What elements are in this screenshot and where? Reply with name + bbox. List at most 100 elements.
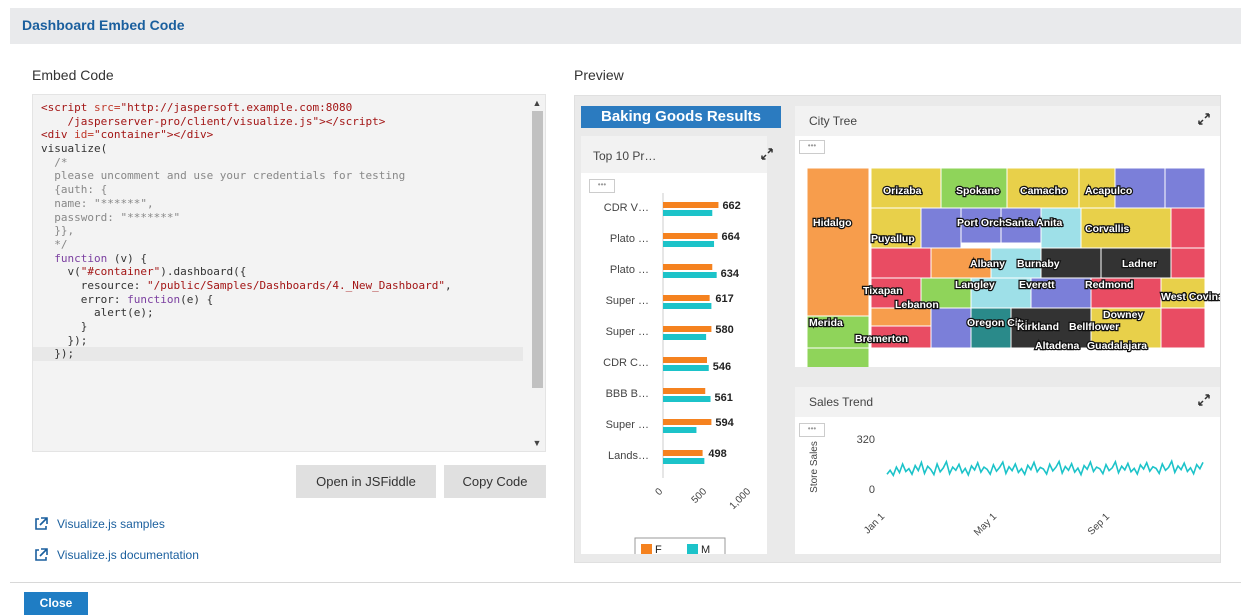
code-token: src= (93, 101, 121, 114)
bar-data-label: 617 (715, 293, 733, 305)
treemap-label: Everett (1019, 279, 1055, 291)
treemap-cell (920, 207, 962, 249)
code-token: function (127, 292, 181, 306)
code-token: function (41, 251, 108, 265)
line-y-tick: 0 (869, 484, 875, 496)
treemap-label: Spokane (956, 185, 1000, 197)
code-token: (v) { (107, 251, 147, 265)
expand-icon[interactable] (1197, 393, 1211, 407)
code-line[interactable]: resource: "/public/Samples/Dashboards/4.… (41, 279, 523, 293)
code-line[interactable]: alert(e); (41, 306, 523, 320)
code-line[interactable]: name: "******", (41, 197, 523, 211)
legend-swatch (687, 544, 698, 554)
treemap-label: Albany (970, 258, 1005, 270)
expand-icon[interactable] (760, 147, 774, 161)
city-tree-title: City Tree (809, 114, 858, 128)
visualize-samples-link[interactable]: Visualize.js samples (34, 517, 165, 531)
code-token: alert(e); (41, 306, 154, 320)
copy-code-button[interactable]: Copy Code (444, 465, 546, 498)
code-line[interactable]: <div id="container"></div> (41, 128, 523, 142)
code-line[interactable]: password: "*******" (41, 211, 523, 225)
treemap-cell (1170, 207, 1206, 249)
code-line[interactable]: please uncomment and use your credential… (41, 169, 523, 183)
close-button[interactable]: Close (24, 592, 88, 615)
treemap-label: Camacho (1020, 185, 1067, 197)
bar-M (663, 365, 709, 371)
code-token: */ (41, 237, 68, 251)
code-line[interactable]: } (41, 320, 523, 334)
code-line[interactable]: <script src="http://jaspersoft.example.c… (41, 101, 523, 115)
external-link-icon (35, 517, 48, 530)
bar-F (663, 202, 719, 208)
treemap-label: Lebanon (895, 299, 939, 311)
bar-F (663, 326, 712, 332)
visualize-docs-label: Visualize.js documentation (57, 548, 199, 562)
sales-trend-line-chart: 320 0 Store Sales Jan 1 May 1 Sep 1 (809, 434, 1204, 538)
bar-F (663, 264, 713, 270)
code-token: } (41, 320, 88, 333)
code-token: error: (41, 292, 128, 306)
code-line[interactable]: visualize( (41, 142, 523, 156)
open-jsfiddle-button[interactable]: Open in JSFiddle (296, 465, 436, 498)
sales-trend-panel: ••• 320 0 Store Sales Jan 1 May 1 Sep 1 (795, 417, 1220, 554)
code-line[interactable]: }); (33, 347, 523, 362)
bar-F (663, 388, 706, 394)
code-token: resource: (41, 278, 147, 292)
embed-code-label: Embed Code (32, 67, 114, 83)
code-line[interactable]: function (v) { (41, 252, 523, 266)
sales-line (886, 458, 1204, 478)
treemap-label: Langley (955, 279, 995, 291)
top10-title: Top 10 Pr… (593, 149, 657, 163)
code-token: /jasperserver-pro/client/visualize.js" (41, 114, 320, 128)
city-tree-header (795, 106, 1220, 136)
code-token: ).dashboard({ (160, 265, 247, 279)
line-x-tick: Jan 1 (862, 511, 887, 536)
code-token: /* (41, 155, 68, 169)
line-x-tick: Sep 1 (1086, 511, 1113, 538)
code-line[interactable]: /jasperserver-pro/client/visualize.js"><… (41, 115, 523, 129)
footer-divider (10, 582, 1241, 583)
dashboard-preview: Baking Goods Results Top 10 Pr… ••• CDR … (574, 95, 1221, 563)
bar-F (663, 295, 710, 301)
code-token: ></div> (166, 128, 214, 142)
scroll-thumb[interactable] (532, 111, 543, 388)
bar-data-label: 561 (715, 392, 733, 404)
bar-category-label: Super … (606, 295, 649, 307)
legend-label: F (655, 544, 662, 554)
code-line[interactable]: v("#container").dashboard({ (41, 265, 523, 279)
code-line[interactable]: */ (41, 238, 523, 252)
code-token: name: "******", (41, 196, 154, 210)
bar-x-tick: 1,000 (728, 486, 754, 512)
code-line[interactable]: {auth: { (41, 183, 523, 197)
bar-category-label: Lands… (608, 450, 649, 462)
code-content[interactable]: <script src="http://jaspersoft.example.c… (33, 101, 523, 362)
treemap-cell (1164, 167, 1206, 209)
bar-data-label: 664 (722, 231, 741, 243)
bar-category-label: CDR C… (603, 357, 649, 369)
brand-banner: Baking Goods Results (581, 106, 781, 128)
code-line[interactable]: /* (41, 156, 523, 170)
code-token: script> (339, 114, 386, 128)
bar-x-tick: 500 (690, 486, 710, 506)
code-token: please uncomment and use your credential… (41, 169, 406, 183)
embed-code-editor[interactable]: <script src="http://jaspersoft.example.c… (32, 94, 546, 452)
scroll-down-icon[interactable]: ▼ (529, 436, 545, 450)
treemap-label: Hidalgo (813, 217, 852, 229)
visualize-docs-link[interactable]: Visualize.js documentation (34, 548, 199, 562)
bar-data-label: 546 (713, 361, 731, 373)
code-line[interactable]: }); (41, 334, 523, 348)
treemap-label: Burnaby (1017, 258, 1060, 270)
bar-M (663, 396, 711, 402)
code-scrollbar[interactable]: ▲ ▼ (529, 95, 545, 451)
bar-F (663, 419, 712, 425)
visualize-samples-label: Visualize.js samples (57, 517, 165, 531)
expand-icon[interactable] (1197, 112, 1211, 126)
code-line[interactable]: error: function(e) { (41, 293, 523, 307)
bar-M (663, 272, 717, 278)
legend-swatch (641, 544, 652, 554)
treemap-label: Kirkland (1017, 321, 1059, 333)
scroll-up-icon[interactable]: ▲ (529, 96, 545, 110)
city-treemap: Orizaba Spokane Camacho AcapulcoHidalgo Port… (806, 167, 1220, 367)
code-line[interactable]: }}, (41, 224, 523, 238)
treemap-cell (806, 347, 870, 367)
